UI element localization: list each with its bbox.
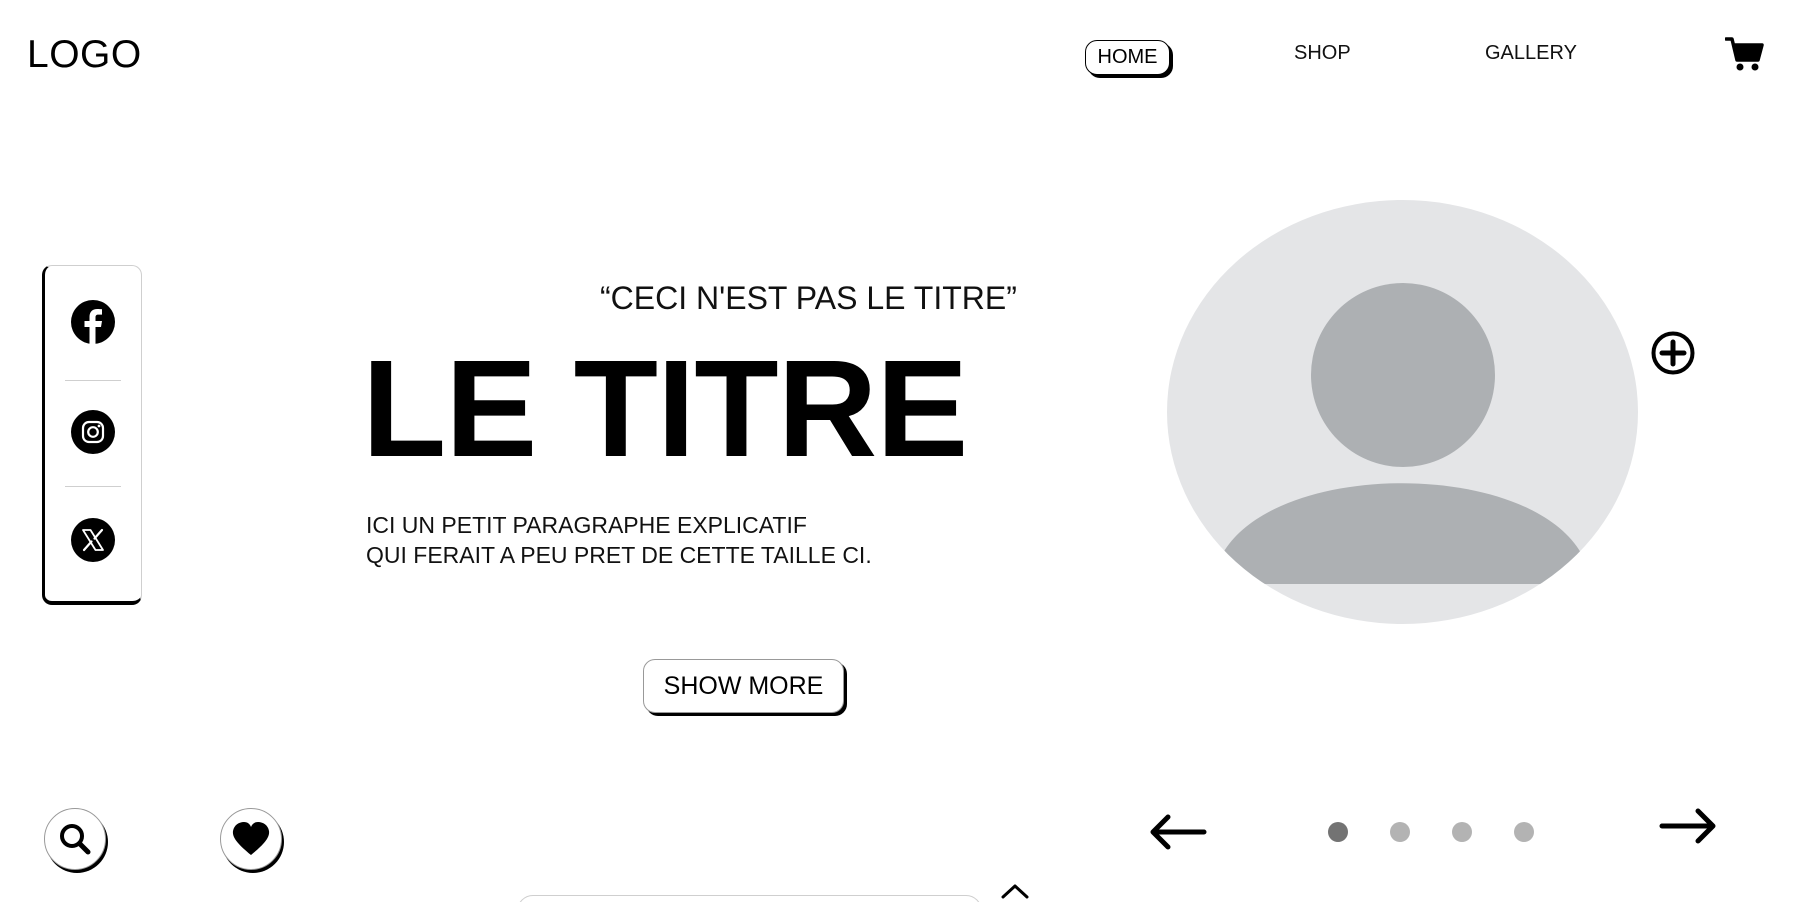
heart-icon	[232, 822, 270, 855]
hero-title: LE TITRE	[362, 332, 968, 486]
logo[interactable]: LOGO	[27, 33, 142, 77]
nav-home-label: HOME	[1097, 46, 1158, 68]
social-links-card	[42, 265, 142, 605]
carousel-dot[interactable]	[1514, 822, 1534, 842]
social-divider	[65, 380, 121, 381]
show-more-label: SHOW MORE	[663, 671, 824, 700]
hero-paragraph-line: ICI UN PETIT PARAGRAPHE EXPLICATIF	[366, 512, 807, 538]
x-icon[interactable]	[71, 518, 115, 562]
cart-icon[interactable]	[1725, 36, 1765, 72]
carousel-dot[interactable]	[1452, 822, 1472, 842]
favorite-button[interactable]	[220, 808, 282, 870]
hero-paragraph: ICI UN PETIT PARAGRAPHE EXPLICATIF QUI F…	[366, 510, 872, 570]
nav-shop-link[interactable]: SHOP	[1294, 42, 1351, 65]
add-circle-icon[interactable]	[1650, 330, 1696, 376]
social-divider	[65, 486, 121, 487]
bottom-panel[interactable]	[517, 895, 982, 902]
search-icon	[60, 824, 91, 855]
instagram-icon[interactable]	[71, 410, 115, 454]
show-more-button[interactable]: SHOW MORE	[643, 659, 844, 713]
arrow-left-icon[interactable]	[1148, 812, 1208, 852]
carousel-dot[interactable]	[1390, 822, 1410, 842]
hero-quote: “CECI N'EST PAS LE TITRE”	[600, 280, 1017, 316]
search-button[interactable]	[44, 808, 106, 870]
nav-gallery-link[interactable]: GALLERY	[1485, 42, 1577, 65]
facebook-icon[interactable]	[71, 300, 115, 344]
user-placeholder-icon	[1167, 200, 1638, 624]
carousel-dot[interactable]	[1328, 822, 1348, 842]
chevron-up-icon[interactable]	[1000, 882, 1030, 900]
hero-paragraph-line: QUI FERAIT A PEU PRET DE CETTE TAILLE CI…	[366, 542, 872, 568]
nav-home-button[interactable]: HOME	[1085, 40, 1170, 75]
arrow-right-icon[interactable]	[1658, 806, 1718, 846]
